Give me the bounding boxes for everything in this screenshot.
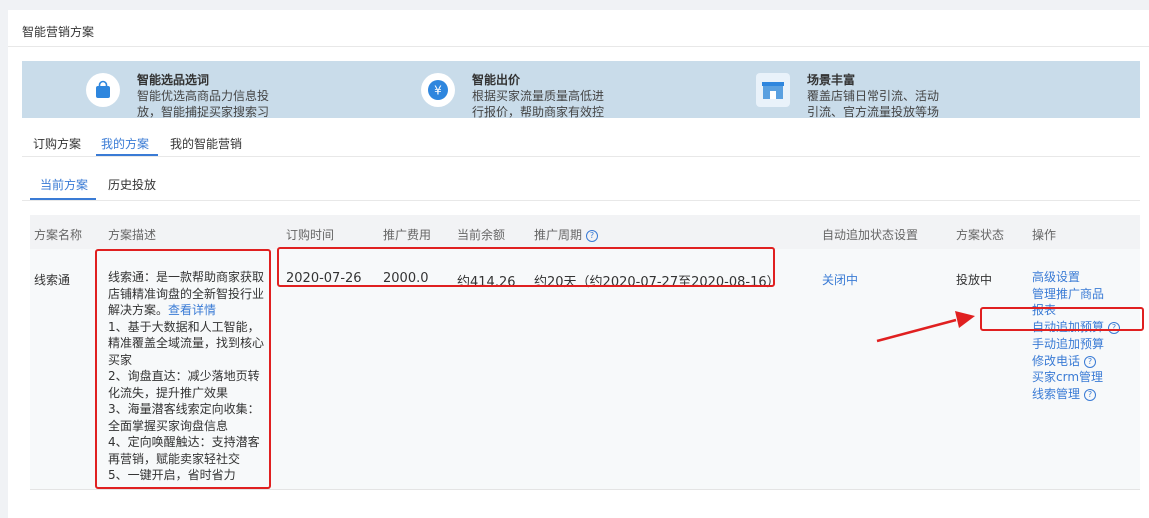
column-header: 推广费用 — [383, 228, 432, 242]
feature-title: 智能选品选词 — [137, 73, 210, 87]
table-row: 线索通 线索通：是一款帮助商家获取店铺精准询盘的全新智投行业解决方案。查看详情 … — [30, 249, 1140, 490]
svg-text:¥: ¥ — [434, 84, 442, 98]
current-balance: 约414.26 — [457, 275, 516, 290]
help-icon[interactable]: ? — [1084, 355, 1097, 368]
column-header: 方案状态 — [956, 228, 1005, 242]
manual-append-budget-link[interactable]: 手动追加预算 — [1032, 336, 1120, 353]
edit-phone-link[interactable]: 修改电话? — [1032, 353, 1120, 370]
yen-coin-icon: ¥ — [421, 73, 455, 107]
auto-append-status-link[interactable]: 关闭中 — [822, 271, 858, 288]
tab-my-smart-marketing[interactable]: 我的智能营销 — [170, 135, 242, 152]
advanced-settings-link[interactable]: 高级设置 — [1032, 269, 1120, 286]
description-point: 4、定向唤醒触达：支持潜客再营销，赋能卖家轻社交 — [108, 435, 260, 466]
divider — [22, 156, 1140, 157]
auto-append-budget-label[interactable]: 自动追加预算 — [1032, 320, 1104, 334]
lead-management-label[interactable]: 线索管理 — [1032, 387, 1080, 401]
feature-banner: 智能选品选词 智能优选高商品力信息投放，智能捕捉买家搜索习惯 ¥ 智能出价 根据… — [22, 61, 1140, 118]
table-header: 方案名称 方案描述 订购时间 推广费用 当前余额 推广周期? 自动追加状态设置 … — [30, 215, 1140, 249]
description-point: 1、基于大数据和人工智能，精准覆盖全域流量，找到核心买家 — [108, 319, 265, 367]
content-panel: 智能营销方案 智能选品选词 智能优选高商品力信息投放，智能捕捉买家搜索习惯 ¥ … — [8, 10, 1149, 518]
help-icon[interactable]: ? — [1108, 322, 1121, 335]
store-icon — [756, 73, 790, 107]
feature-title: 智能出价 — [472, 73, 521, 87]
manage-products-link[interactable]: 管理推广商品 — [1032, 286, 1120, 303]
divider — [22, 200, 1140, 201]
operations-list: 高级设置 管理推广商品 报表 自动追加预算? 手动追加预算 修改电话? 买家cr… — [1032, 269, 1121, 403]
order-time: 2020-07-26 — [286, 271, 362, 286]
tab-order-plan[interactable]: 订购方案 — [33, 135, 81, 152]
tab-my-plan[interactable]: 我的方案 — [101, 135, 149, 152]
description-point: 5、一键开启，省时省力 — [108, 468, 236, 482]
column-header: 当前余额 — [457, 228, 506, 242]
plan-name: 线索通 — [34, 273, 71, 287]
divider — [8, 46, 1149, 47]
description-point: 3、海量潜客线索定向收集：全面掌握买家询盘信息 — [108, 402, 260, 433]
tab-history[interactable]: 历史投放 — [108, 176, 156, 193]
edit-phone-label[interactable]: 修改电话 — [1032, 354, 1080, 368]
feature-desc: 智能优选高商品力信息投放，智能捕捉买家搜索习惯 — [137, 89, 270, 118]
column-header: 方案描述 — [108, 228, 157, 242]
report-link[interactable]: 报表 — [1032, 302, 1120, 319]
promotion-fee: 2000.0 — [383, 271, 429, 286]
page-title: 智能营销方案 — [22, 25, 95, 39]
feature-title: 场景丰富 — [807, 73, 856, 87]
column-header: 自动追加状态设置 — [822, 228, 919, 242]
help-icon[interactable]: ? — [1084, 388, 1097, 401]
feature-desc: 覆盖店铺日常引流、活动引流、官方流量投放等场景 — [807, 89, 940, 118]
column-header: 推广周期? — [534, 226, 599, 243]
shopping-bag-icon — [86, 73, 120, 107]
tab-current-plan[interactable]: 当前方案 — [40, 176, 88, 193]
buyer-crm-link[interactable]: 买家crm管理 — [1032, 369, 1120, 386]
column-header: 操作 — [1032, 228, 1057, 242]
column-header: 方案名称 — [34, 228, 83, 242]
column-header-label: 推广周期 — [534, 228, 583, 242]
view-details-link[interactable]: 查看详情 — [168, 303, 216, 317]
description-point: 2、询盘直达：减少落地页转化流失，提升推广效果 — [108, 369, 260, 400]
auto-append-budget-link[interactable]: 自动追加预算? — [1032, 319, 1121, 336]
plan-description: 线索通：是一款帮助商家获取店铺精准询盘的全新智投行业解决方案。查看详情 1、基于… — [108, 269, 270, 484]
promotion-period: 约20天（约2020-07-27至2020-08-16） — [534, 275, 780, 290]
feature-desc: 根据买家流量质量高低进行报价，帮助商家有效控制成本 — [472, 89, 605, 118]
column-header: 订购时间 — [286, 228, 335, 242]
help-icon[interactable]: ? — [586, 230, 599, 242]
plan-status: 投放中 — [956, 273, 993, 287]
lead-management-link[interactable]: 线索管理? — [1032, 386, 1120, 403]
